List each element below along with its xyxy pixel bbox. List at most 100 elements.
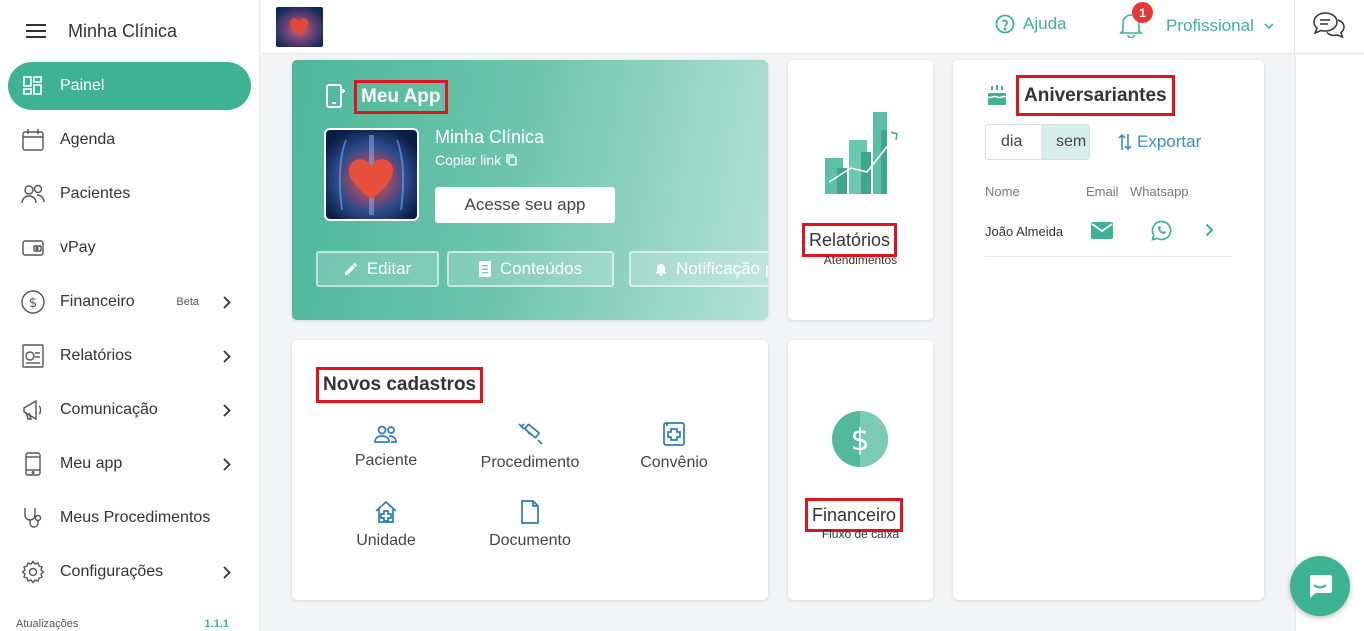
notification-label: Notificação p <box>676 259 775 278</box>
sidebar-item-comunicacao[interactable]: Comunicação <box>8 386 251 434</box>
pencil-icon <box>344 263 357 275</box>
contents-button[interactable]: Conteúdos <box>447 251 614 287</box>
topbar-divider <box>1294 0 1295 54</box>
new-document-button[interactable]: Documento <box>460 500 600 550</box>
phone-icon <box>20 451 46 477</box>
chevron-right-icon <box>217 349 237 363</box>
question-circle-icon <box>995 14 1015 34</box>
bell-small-icon <box>655 264 667 276</box>
profile-menu[interactable]: Profissional <box>1166 16 1274 36</box>
document-icon <box>478 261 491 277</box>
chevron-right-icon[interactable] <box>1205 223 1214 242</box>
wallet-icon <box>20 235 46 261</box>
sidebar-item-label: Financeiro <box>60 293 135 310</box>
sidebar-item-label: Painel <box>60 77 105 94</box>
new-procedure-label: Procedimento <box>480 454 580 471</box>
help-label: Ajuda <box>1023 14 1067 33</box>
row-divider <box>985 256 1232 257</box>
sidebar-header: Minha Clínica <box>0 0 259 62</box>
copy-link-label: Copiar link <box>435 152 502 168</box>
birthday-row-name: João Almeida <box>985 224 1064 239</box>
topbar: Ajuda 1 Profissional <box>261 0 1364 54</box>
sidebar-item-label: Agenda <box>60 131 116 148</box>
help-link[interactable]: Ajuda <box>995 14 1066 34</box>
chat-icon[interactable] <box>1312 10 1346 47</box>
file-icon <box>521 500 539 524</box>
sidebar-item-meu-app[interactable]: Meu app <box>8 440 251 488</box>
cake-icon <box>987 84 1007 111</box>
sidebar-item-pacientes[interactable]: Pacientes <box>8 170 251 218</box>
users-icon <box>20 181 46 207</box>
right-panel <box>1295 55 1364 631</box>
chevron-right-icon <box>217 403 237 417</box>
users-icon <box>374 425 397 443</box>
new-document-label: Documento <box>489 532 571 549</box>
period-week-button[interactable]: sem <box>1041 125 1089 159</box>
clinic-name: Minha Clínica <box>435 127 545 147</box>
report-icon <box>20 343 46 369</box>
clinic-logo[interactable] <box>276 7 323 47</box>
sidebar-item-label: Comunicação <box>60 401 158 418</box>
new-registrations-title: Novos cadastros <box>315 367 484 403</box>
export-label: Exportar <box>1137 132 1202 151</box>
period-day-button[interactable]: dia <box>986 125 1041 159</box>
sidebar-item-painel[interactable]: Painel <box>8 62 251 110</box>
hospital-house-icon <box>375 500 397 523</box>
bar-chart-icon <box>825 112 898 194</box>
megaphone-icon <box>20 397 46 423</box>
chevron-down-icon <box>1264 22 1274 29</box>
chat-widget-button[interactable] <box>1290 556 1350 616</box>
reports-title: Relatórios <box>801 223 898 257</box>
new-unit-button[interactable]: Unidade <box>316 500 456 550</box>
new-insurance-label: Convênio <box>640 454 708 471</box>
edit-button[interactable]: Editar <box>316 251 439 287</box>
new-procedure-button[interactable]: Procedimento <box>460 422 600 472</box>
period-toggle: dia sem <box>985 124 1090 160</box>
syringe-icon <box>518 423 543 445</box>
whatsapp-icon[interactable] <box>1151 220 1172 246</box>
svg-text:$: $ <box>29 296 37 311</box>
finance-card[interactable]: $ <box>788 340 933 600</box>
reports-subtitle: Atendimentos <box>823 253 898 267</box>
reports-card[interactable] <box>788 60 933 320</box>
menu-icon[interactable] <box>26 24 46 38</box>
new-patient-label: Paciente <box>354 452 418 469</box>
clinic-app-image <box>324 128 419 221</box>
sidebar-item-label: Meus Procedimentos <box>60 509 211 526</box>
app-phone-icon <box>326 84 346 113</box>
new-patient-button[interactable]: Paciente <box>316 424 456 470</box>
medical-card-icon <box>663 422 685 446</box>
copy-link[interactable]: Copiar link <box>435 152 517 168</box>
calendar-icon <box>20 127 46 153</box>
svg-text:$: $ <box>850 423 869 458</box>
sidebar-item-meus-procedimentos[interactable]: Meus Procedimentos <box>8 494 251 542</box>
notification-button[interactable]: Notificação p <box>629 251 775 287</box>
column-header-name: Nome <box>985 184 1020 199</box>
copy-icon <box>506 154 517 166</box>
dashboard-icon <box>20 73 46 99</box>
sidebar-item-configuracoes[interactable]: Configurações <box>8 548 251 596</box>
beta-badge: Beta <box>176 296 199 308</box>
stethoscope-icon <box>20 505 46 531</box>
sidebar-item-vpay[interactable]: vPay <box>8 224 251 272</box>
access-app-button[interactable]: Acesse seu app <box>435 187 615 223</box>
version-label: 1.1.1 <box>204 618 229 630</box>
sidebar-footer[interactable]: Atualizações 1.1.1 <box>16 618 229 630</box>
profile-label: Profissional <box>1166 16 1254 35</box>
gear-icon <box>20 559 46 585</box>
brand-name: Minha Clínica <box>68 20 178 41</box>
email-icon[interactable] <box>1091 222 1113 244</box>
new-insurance-button[interactable]: Convênio <box>604 422 744 472</box>
sidebar-item-financeiro[interactable]: $ Financeiro Beta <box>8 278 251 326</box>
sidebar-item-relatorios[interactable]: Relatórios <box>8 332 251 380</box>
sidebar-item-agenda[interactable]: Agenda <box>8 116 251 164</box>
chat-bubble-icon <box>1310 575 1332 598</box>
my-app-title: Meu App <box>354 80 448 114</box>
birthdays-title: Aniversariantes <box>1016 75 1175 116</box>
column-header-email: Email <box>1086 184 1119 199</box>
sidebar-item-label: Meu app <box>60 455 123 472</box>
export-button[interactable]: Exportar <box>1118 132 1201 152</box>
new-unit-label: Unidade <box>356 532 416 549</box>
chevron-right-icon <box>217 457 237 471</box>
chevron-right-icon <box>217 565 237 579</box>
